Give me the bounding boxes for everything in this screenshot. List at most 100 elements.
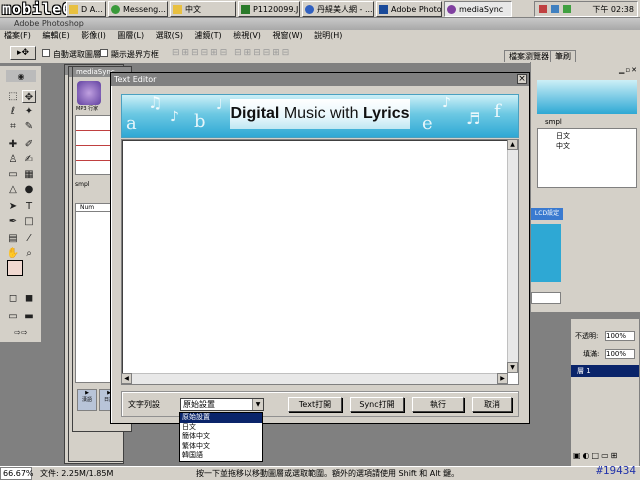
dropdown-option-simplified-chinese[interactable]: 簡体中文 — [180, 432, 262, 442]
task-button-mediasync[interactable]: mediaSync — [444, 1, 512, 17]
music-note-icon: ♩ — [216, 97, 223, 113]
eyedropper-icon[interactable]: ⁄ — [22, 232, 36, 245]
scroll-right-icon[interactable]: ▶ — [497, 373, 508, 384]
text-list-label: 文字列設 — [128, 400, 160, 409]
tray-icon[interactable] — [539, 5, 547, 13]
task-button-messenger[interactable]: Messeng... — [108, 1, 168, 17]
dodge-tool-icon[interactable]: ● — [22, 183, 36, 196]
menu-view[interactable]: 檢視(V) — [233, 31, 261, 40]
auto-select-checkbox[interactable] — [42, 49, 50, 57]
status-hint: 按一下並拖移以移動圖層或選取範圍。額外的選項請使用 Shift 和 Alt 鍵。 — [196, 469, 460, 478]
zoom-level[interactable]: 66.67% — [0, 467, 34, 480]
music-note-icon: ♫ — [148, 94, 163, 112]
menu-window[interactable]: 視窗(W) — [272, 31, 302, 40]
lasso-tool-icon[interactable]: ℓ — [6, 105, 20, 118]
tab-brushes[interactable]: 筆刷 — [550, 50, 576, 62]
task-button-image[interactable]: P1120099.JPG... — [238, 1, 300, 17]
menu-layer[interactable]: 圖層(L) — [117, 31, 144, 40]
language-select[interactable]: 原始設置 ▼ — [180, 398, 264, 411]
dropdown-option-traditional-chinese[interactable]: 繁体中文 — [180, 442, 262, 452]
quick-mask-icon[interactable]: ◼ — [22, 292, 36, 305]
menu-edit[interactable]: 編輯(E) — [42, 31, 69, 40]
sync-open-button[interactable]: Sync打開 — [350, 397, 404, 412]
cancel-button[interactable]: 取消 — [472, 397, 512, 412]
crop-tool-icon[interactable]: ⌗ — [6, 120, 20, 133]
fill-input[interactable]: 100% — [605, 349, 635, 359]
hand-tool-icon[interactable]: ✋ — [6, 247, 20, 260]
language-dropdown-list: 原始設置 日文 簡体中文 繁体中文 韓国語 — [179, 412, 263, 462]
opacity-input[interactable]: 100% — [605, 331, 635, 341]
task-button-browser[interactable]: 丹緹美人網 - ... — [302, 1, 374, 17]
tab-file-browser[interactable]: 檔案瀏覽器 — [504, 50, 554, 62]
move-tool-icon[interactable]: ✥ — [22, 90, 36, 103]
brush-tool-icon[interactable]: ✐ — [22, 138, 36, 151]
horizontal-scrollbar[interactable]: ◀ ▶ — [121, 373, 508, 384]
magic-wand-icon[interactable]: ✦ — [22, 105, 36, 118]
scroll-down-icon[interactable]: ▼ — [507, 362, 518, 373]
move-tool-preset[interactable]: ▸✥ — [10, 46, 36, 60]
stamp-tool-icon[interactable]: ♙ — [6, 153, 20, 166]
tray-icon[interactable] — [563, 5, 571, 13]
jump-to-imageready-icon[interactable]: ⇨⇨ — [6, 326, 36, 339]
history-brush-icon[interactable]: ✍ — [22, 153, 36, 166]
screen-mode-full-icon[interactable]: ▬ — [22, 310, 36, 323]
eraser-tool-icon[interactable]: ▭ — [6, 168, 20, 181]
menu-help[interactable]: 說明(H) — [314, 31, 342, 40]
status-bar: 66.67% 文件: 2.25M/1.85M 按一下並拖移以移動圖層或選取範圍。… — [0, 466, 640, 480]
photoshop-title-bar: Adobe Photoshop — [0, 18, 640, 30]
banner-title: Digital Music with Lyrics — [230, 99, 410, 129]
layers-palette-buttons[interactable]: ▣◐□▭⊞ — [573, 451, 619, 460]
dropdown-option-original[interactable]: 原始設置 — [180, 413, 262, 423]
menu-image[interactable]: 影像(I) — [81, 31, 106, 40]
slice-tool-icon[interactable]: ✎ — [22, 120, 36, 133]
notes-tool-icon[interactable]: ▤ — [6, 232, 20, 245]
pen-tool-icon[interactable]: ✒ — [6, 215, 20, 228]
lyrics-text-area[interactable]: ▲ ▼ ◀ ▶ — [121, 139, 519, 385]
window-controls[interactable]: ▁▫✕ — [619, 66, 638, 74]
task-button-folder-chinese[interactable]: 中文 — [170, 1, 236, 17]
vertical-scrollbar[interactable]: ▲ ▼ — [507, 139, 518, 373]
scroll-up-icon[interactable]: ▲ — [507, 139, 518, 150]
text-open-button[interactable]: Text打開 — [288, 397, 342, 412]
execute-button[interactable]: 執行 — [412, 397, 464, 412]
healing-brush-icon[interactable]: ✚ — [6, 138, 20, 151]
type-tool-icon[interactable]: T — [22, 200, 36, 213]
scroll-left-icon[interactable]: ◀ — [121, 373, 132, 384]
marquee-tool-icon[interactable]: ⬚ — [6, 90, 20, 103]
dropdown-option-korean[interactable]: 韓国語 — [180, 451, 262, 461]
folder-icon — [69, 5, 78, 14]
task-button-1[interactable]: D A... — [66, 1, 106, 17]
language-select-value: 原始設置 — [183, 400, 215, 409]
clock: 下午 02:38 — [592, 5, 634, 14]
show-bounds-label: 顯示邊界方框 — [110, 50, 159, 59]
mp3-app-label: MP3 行家 — [76, 106, 99, 112]
tray-icon[interactable] — [551, 5, 559, 13]
gradient-tool-icon[interactable]: ▦ — [22, 168, 36, 181]
menu-filter[interactable]: 濾鏡(T) — [195, 31, 222, 40]
chevron-down-icon[interactable]: ▼ — [252, 399, 263, 410]
menu-file[interactable]: 檔案(F) — [4, 31, 31, 40]
layer-row-selected[interactable]: 層 1 — [571, 365, 639, 377]
menu-select[interactable]: 選取(S) — [156, 31, 183, 40]
media-icon — [447, 5, 456, 14]
taskbar: mobile01 D A... Messeng... 中文 P1120099.J… — [0, 0, 640, 18]
folder-icon — [173, 5, 182, 14]
shape-tool-icon[interactable]: □ — [22, 215, 36, 228]
mp3-app-icon — [77, 81, 101, 105]
foreground-color-swatch[interactable] — [7, 260, 23, 276]
dropdown-option-japanese[interactable]: 日文 — [180, 423, 262, 433]
screen-mode-icon[interactable]: ▭ — [6, 310, 20, 323]
standard-mode-icon[interactable]: ◻ — [6, 292, 20, 305]
zoom-tool-icon[interactable]: ⌕ — [22, 247, 36, 260]
task-button-photoshop[interactable]: Adobe Photos... — [376, 1, 442, 17]
text-editor-dialog: Text Editor × a ♫ ♪ b ♩ e ♪ ♬ f Digital … — [110, 72, 530, 424]
align-buttons[interactable]: ⊟⊞⊟⊟⊞⊟ ⊟⊞⊟⊟⊞⊟ — [172, 48, 472, 58]
close-icon[interactable]: × — [517, 74, 527, 84]
blur-tool-icon[interactable]: △ — [6, 183, 20, 196]
music-note-icon: ♪ — [442, 95, 451, 111]
show-bounds-checkbox[interactable] — [100, 49, 108, 57]
path-select-icon[interactable]: ➤ — [6, 200, 20, 213]
banner-word-lyrics: Lyrics — [362, 105, 410, 122]
background-button: ▶ 漢語 — [77, 389, 97, 411]
app-title: Adobe Photoshop — [14, 19, 84, 28]
